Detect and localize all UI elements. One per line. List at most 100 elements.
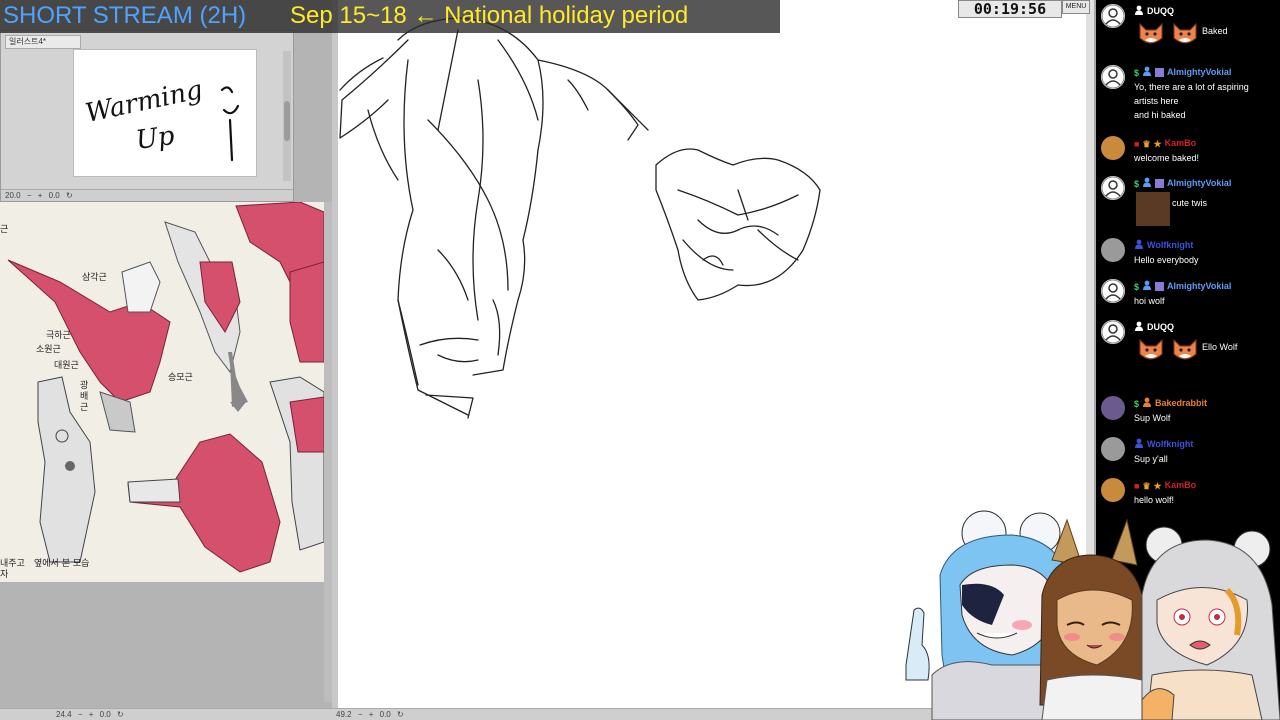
anatomy-illustration: 근 삼각근 극하근 소원근 대원근 승모근 광배근 옆에서 본 모습 내주고 자 bbox=[0, 202, 324, 580]
chat-username[interactable]: $ AlmightyVokial bbox=[1134, 280, 1231, 293]
ref-label-lats: 광배근 bbox=[80, 379, 88, 413]
chat-text: Sup y'all bbox=[1134, 454, 1168, 464]
ref-caption-left: 내주고 자 bbox=[0, 558, 25, 580]
chat-username[interactable]: ■ ♛ ★ KamBo bbox=[1134, 137, 1196, 150]
video-badge-icon: ■ bbox=[1134, 138, 1140, 149]
chat-username[interactable]: DUQQ bbox=[1134, 5, 1174, 18]
chat-username[interactable]: Wolfknight bbox=[1134, 239, 1193, 252]
vtuber-avatars bbox=[892, 505, 1280, 720]
star-badge-icon: ★ bbox=[1153, 480, 1162, 491]
video-badge-icon: ■ bbox=[1134, 480, 1140, 491]
dollar-badge-icon: $ bbox=[1134, 178, 1140, 189]
rotate-icon[interactable]: ↻ bbox=[117, 709, 124, 720]
chat-avatar[interactable] bbox=[1101, 65, 1125, 89]
chat-username[interactable]: $ AlmightyVokial bbox=[1134, 66, 1231, 79]
menu-button[interactable]: MENU bbox=[1062, 0, 1090, 14]
verified-badge-icon bbox=[1155, 68, 1165, 78]
user-badge-icon bbox=[1134, 321, 1144, 334]
reference-zoom-value: 24.4 bbox=[56, 710, 72, 719]
chat-text: Baked bbox=[1202, 26, 1228, 36]
navigator-tab[interactable]: 일러스트4* bbox=[5, 35, 81, 49]
dollar-badge-icon: $ bbox=[1134, 281, 1140, 292]
ref-label-infraspinatus: 극하근 bbox=[46, 330, 71, 341]
brown-hair-avatar bbox=[1039, 518, 1151, 720]
navigator-preview[interactable]: Warming Up bbox=[73, 49, 257, 177]
chat-avatar[interactable] bbox=[1101, 320, 1125, 344]
zoom-out-icon[interactable]: − bbox=[78, 709, 83, 720]
preview-text-warming: Warming bbox=[83, 75, 205, 129]
rotate-icon[interactable]: ↻ bbox=[66, 190, 73, 201]
navigator-zoom-bar[interactable]: 20.0 − + 0.0 ↻ bbox=[1, 189, 293, 201]
reference-scrollbar[interactable] bbox=[324, 202, 332, 702]
dollar-badge-icon: $ bbox=[1134, 398, 1140, 409]
chat-text: cute twis bbox=[1172, 198, 1208, 208]
chat-avatar[interactable] bbox=[1101, 4, 1125, 28]
chat-username[interactable]: Wolfknight bbox=[1134, 438, 1193, 451]
tiger-avatar bbox=[1141, 526, 1280, 720]
chat-text: hoi wolf bbox=[1134, 296, 1165, 306]
chat-avatar[interactable] bbox=[1101, 437, 1125, 461]
chat-avatar[interactable] bbox=[1101, 238, 1125, 262]
preview-text-up: Up bbox=[134, 121, 177, 156]
chat-avatar[interactable] bbox=[1101, 478, 1125, 502]
verified-badge-icon bbox=[1155, 282, 1165, 292]
zoom-out-icon[interactable]: − bbox=[27, 190, 32, 201]
user-badge-icon bbox=[1142, 280, 1152, 293]
canvas-zoom-value: 49.2 bbox=[336, 710, 352, 719]
ref-label-deltoid: 삼각근 bbox=[82, 271, 107, 283]
chat-username[interactable]: DUQQ bbox=[1134, 321, 1174, 334]
navigator-scroll-thumb[interactable] bbox=[284, 101, 290, 141]
user-badge-icon bbox=[1134, 5, 1144, 18]
reference-zoom-bar[interactable]: 24.4 − + 0.0 ↻ bbox=[0, 708, 332, 720]
holiday-notice: Sep 15~18 ← National holiday period bbox=[290, 2, 689, 29]
canvas-angle-value: 0.0 bbox=[379, 710, 391, 719]
chat-text: Yo, there are a lot of aspiring artists … bbox=[1134, 82, 1249, 120]
fox-emote-icon bbox=[1136, 334, 1166, 364]
ref-label-corner: 근 bbox=[0, 224, 8, 235]
rotate-icon[interactable]: ↻ bbox=[397, 709, 404, 720]
fox-emote-icon bbox=[1136, 18, 1166, 48]
fox-emote-icon bbox=[1170, 18, 1200, 48]
zoom-in-icon[interactable]: + bbox=[89, 709, 94, 720]
stream-title: SHORT STREAM (2H) bbox=[3, 2, 247, 29]
user-badge-icon bbox=[1142, 177, 1152, 190]
navigator-angle-value: 0.0 bbox=[48, 191, 60, 200]
warming-up-sketch: Warming Up bbox=[83, 75, 240, 162]
user-badge-icon bbox=[1134, 438, 1144, 451]
chat-text: welcome baked! bbox=[1134, 153, 1200, 163]
twis-emote-icon bbox=[1136, 192, 1170, 226]
user-badge-icon bbox=[1142, 397, 1152, 410]
verified-badge-icon bbox=[1155, 179, 1165, 189]
dollar-badge-icon: $ bbox=[1134, 67, 1140, 78]
chat-avatar[interactable] bbox=[1101, 396, 1125, 420]
zoom-in-icon[interactable]: + bbox=[369, 709, 374, 720]
chat-text: Ello Wolf bbox=[1202, 342, 1238, 352]
chat-username[interactable]: ■ ♛ ★ KamBo bbox=[1134, 479, 1196, 492]
ref-label-trapezius: 승모근 bbox=[168, 372, 193, 383]
navigator-window[interactable]: 일러스트4* Warming Up 20.0 − + 0.0 ↻ bbox=[0, 30, 294, 202]
user-badge-icon bbox=[1142, 66, 1152, 79]
chat-text: Hello everybody bbox=[1134, 255, 1199, 265]
user-badge-icon bbox=[1134, 239, 1144, 252]
ref-label-teres-major: 대원근 bbox=[54, 360, 79, 371]
ref-label-teres-minor: 소원근 bbox=[36, 344, 61, 355]
chat-avatar[interactable] bbox=[1101, 279, 1125, 303]
chat-avatar[interactable] bbox=[1101, 136, 1125, 160]
chat-text: Sup Wolf bbox=[1134, 413, 1171, 423]
chat-avatar[interactable] bbox=[1101, 176, 1125, 200]
zoom-in-icon[interactable]: + bbox=[38, 190, 43, 201]
chat-username[interactable]: $ Bakedrabbit bbox=[1134, 397, 1207, 410]
reference-panel: 일러스트4* Warming Up 20.0 − + 0.0 ↻ 근 삼각근 극… bbox=[0, 0, 332, 720]
chat-username[interactable]: $ AlmightyVokial bbox=[1134, 177, 1231, 190]
anatomy-reference-image: 근 삼각근 극하근 소원근 대원근 승모근 광배근 옆에서 본 모습 내주고 자 bbox=[0, 202, 324, 582]
navigator-zoom-value: 20.0 bbox=[5, 191, 21, 200]
star-badge-icon: ★ bbox=[1153, 138, 1162, 149]
stream-screen: 일러스트4* Warming Up 20.0 − + 0.0 ↻ 근 삼각근 극… bbox=[0, 0, 1280, 720]
reference-angle-value: 0.0 bbox=[99, 710, 111, 719]
ref-caption-side-view: 옆에서 본 모습 bbox=[34, 558, 89, 569]
fox-emote-icon bbox=[1170, 334, 1200, 364]
stream-timer: 00:19:56 bbox=[958, 0, 1062, 18]
crown-badge-icon: ♛ bbox=[1142, 480, 1151, 491]
crown-badge-icon: ♛ bbox=[1142, 138, 1151, 149]
zoom-out-icon[interactable]: − bbox=[358, 709, 363, 720]
